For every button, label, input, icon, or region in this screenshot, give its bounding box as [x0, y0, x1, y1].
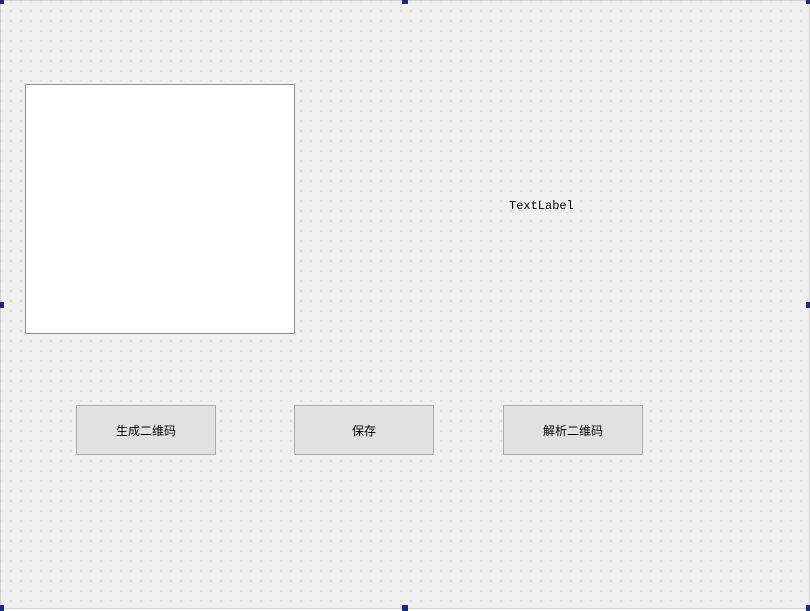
generate-qrcode-button-label: 生成二维码 [116, 422, 176, 439]
resize-handle-bottom-left[interactable] [0, 605, 4, 611]
qrcode-image-box[interactable] [25, 84, 295, 334]
parse-qrcode-button[interactable]: 解析二维码 [503, 405, 643, 455]
resize-handle-top-right[interactable] [806, 0, 810, 4]
text-label[interactable]: TextLabel [509, 199, 574, 213]
resize-handle-middle-right[interactable] [806, 302, 810, 308]
resize-handle-bottom-right[interactable] [806, 605, 810, 611]
save-button-label: 保存 [352, 422, 376, 439]
resize-handle-top-middle[interactable] [402, 0, 408, 4]
resize-handle-bottom-middle[interactable] [402, 605, 408, 611]
form-canvas[interactable]: TextLabel 生成二维码 保存 解析二维码 [0, 0, 810, 609]
resize-handle-middle-left[interactable] [0, 302, 4, 308]
generate-qrcode-button[interactable]: 生成二维码 [76, 405, 216, 455]
parse-qrcode-button-label: 解析二维码 [543, 422, 603, 439]
resize-handle-top-left[interactable] [0, 0, 4, 4]
save-button[interactable]: 保存 [294, 405, 434, 455]
